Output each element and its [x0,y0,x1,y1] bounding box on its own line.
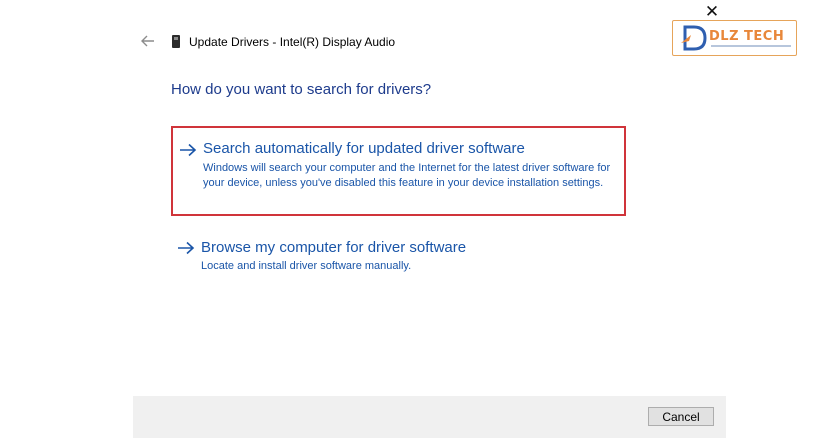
page-heading: How do you want to search for drivers? [171,81,432,98]
browse-computer-option[interactable]: Browse my computer for driver software L… [171,235,626,279]
logo-tagline-line [711,45,791,47]
arrow-right-icon [178,241,195,255]
close-icon[interactable]: ✕ [702,2,722,22]
dialog-footer: Cancel [133,396,726,438]
back-arrow-icon[interactable] [139,32,157,50]
arrow-right-icon [180,143,197,157]
window-title: Update Drivers - Intel(R) Display Audio [189,35,396,49]
dlz-logo-icon [681,25,707,51]
search-automatically-description: Windows will search your computer and th… [203,162,611,189]
browse-computer-title[interactable]: Browse my computer for driver software [201,239,466,256]
cancel-button[interactable]: Cancel [648,407,714,426]
search-automatically-title[interactable]: Search automatically for updated driver … [203,140,525,157]
search-automatically-option[interactable]: Search automatically for updated driver … [171,126,626,216]
audio-device-icon [172,35,180,48]
browse-computer-description: Locate and install driver software manua… [201,260,412,272]
dlz-tech-logo: DLZ TECH [672,20,797,56]
logo-text: DLZ TECH [709,29,785,44]
